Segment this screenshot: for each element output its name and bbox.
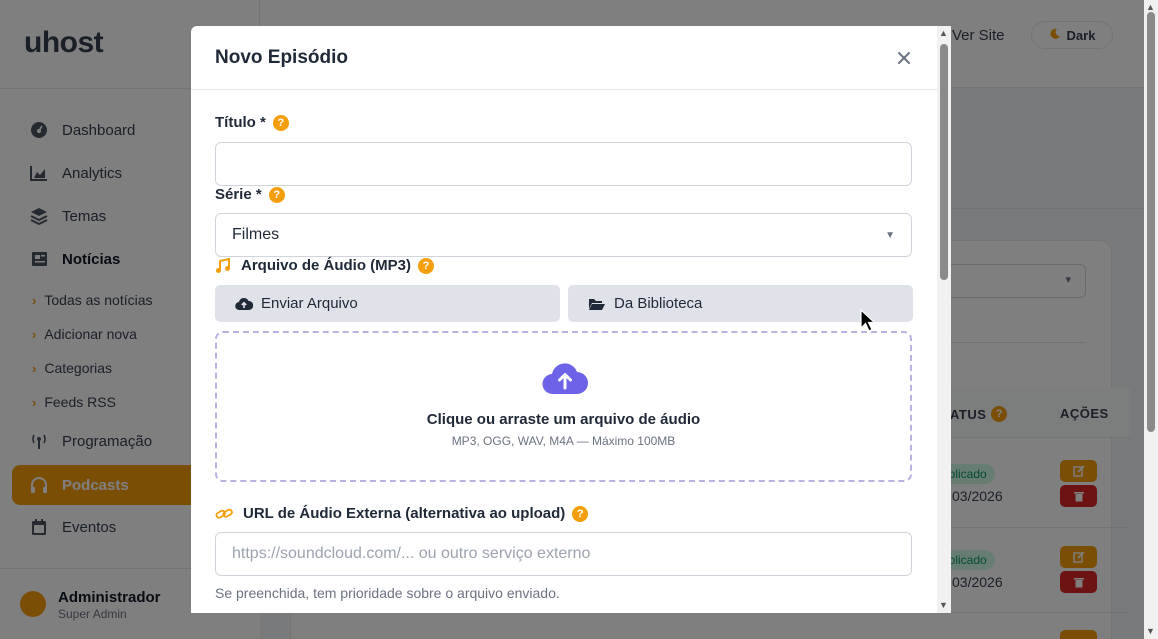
new-episode-modal: Novo Episódio Título * ? Série * ? Filme… (191, 26, 951, 613)
url-hint-text: Se preenchida, tem prioridade sobre o ar… (215, 585, 560, 601)
modal-title: Novo Episódio (215, 47, 348, 68)
window-scrollbar-thumb[interactable] (1147, 12, 1155, 432)
external-url-input[interactable] (215, 532, 912, 576)
chevron-down-icon: ▼ (885, 230, 895, 241)
tab-label: Enviar Arquivo (261, 295, 358, 312)
title-input[interactable] (215, 142, 912, 186)
help-icon[interactable]: ? (268, 186, 285, 203)
label-text: Arquivo de Áudio (MP3) (241, 257, 411, 274)
help-icon[interactable]: ? (272, 114, 289, 131)
modal-scrollbar-thumb[interactable] (940, 44, 948, 280)
close-button[interactable] (893, 47, 915, 69)
series-select[interactable]: Filmes ▼ (215, 213, 912, 257)
audio-file-label: Arquivo de Áudio (MP3) ? (215, 257, 434, 274)
label-text: Título * (215, 114, 266, 131)
title-field-label: Título * ? (215, 114, 289, 131)
modal-header: Novo Episódio (191, 26, 937, 90)
link-icon (215, 507, 233, 521)
mouse-cursor-icon (860, 308, 877, 338)
series-select-value: Filmes (232, 226, 280, 243)
audio-dropzone[interactable]: Clique ou arraste um arquivo de áudio MP… (215, 331, 912, 482)
scroll-down-arrow-icon[interactable]: ▼ (939, 600, 948, 610)
cloud-upload-icon (235, 296, 253, 312)
tab-label: Da Biblioteca (614, 295, 703, 312)
dropzone-subtitle: MP3, OGG, WAV, M4A — Máximo 100MB (451, 434, 676, 448)
close-icon (898, 52, 910, 64)
cloud-upload-icon (542, 361, 588, 400)
tab-upload-file[interactable]: Enviar Arquivo (215, 285, 560, 322)
help-icon[interactable]: ? (572, 505, 589, 522)
scroll-up-arrow-icon[interactable]: ▲ (939, 28, 948, 38)
label-text: URL de Áudio Externa (alternativa ao upl… (243, 505, 566, 522)
external-url-label: URL de Áudio Externa (alternativa ao upl… (215, 505, 589, 522)
music-note-icon (215, 257, 231, 274)
scroll-down-arrow-icon[interactable]: ▼ (1146, 626, 1155, 636)
dropzone-title: Clique ou arraste um arquivo de áudio (426, 411, 701, 428)
folder-open-icon (588, 296, 606, 312)
scroll-up-arrow-icon[interactable]: ▲ (1146, 2, 1155, 12)
series-field-label: Série * ? (215, 186, 285, 203)
label-text: Série * (215, 186, 262, 203)
modal-scrollbar[interactable]: ▲ ▼ (937, 26, 951, 613)
help-icon[interactable]: ? (418, 257, 434, 274)
